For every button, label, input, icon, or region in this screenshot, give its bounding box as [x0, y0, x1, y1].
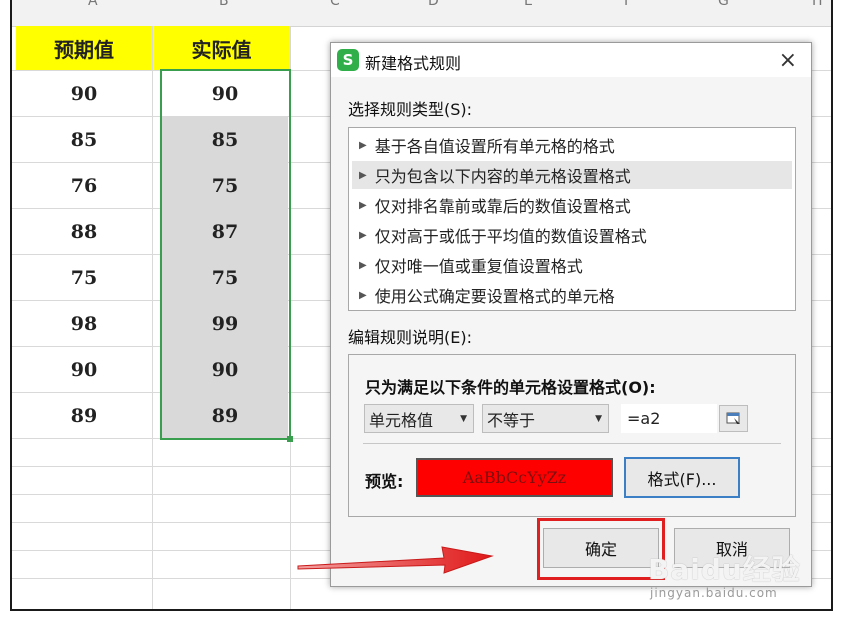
condition-operator-value: 不等于: [487, 410, 536, 430]
condition-operator-dropdown[interactable]: 不等于 ▼: [482, 404, 609, 433]
column-header-bar: A B C D E F G H: [12, 0, 831, 27]
triangle-right-icon: ▶: [359, 259, 367, 271]
cell-expected-r5[interactable]: 75: [16, 255, 152, 300]
condition-field-value: 单元格值: [369, 410, 434, 430]
watermark-url: jingyan.baidu.com: [650, 586, 778, 600]
rule-type-item[interactable]: ▶ 基于各自值设置所有单元格的格式: [352, 131, 792, 159]
rule-type-item[interactable]: ▶ 使用公式确定要设置格式的单元格: [352, 281, 792, 309]
range-picker-button[interactable]: [719, 405, 748, 432]
selection-range-border: [160, 69, 291, 440]
rule-type-item-label: 只为包含以下内容的单元格设置格式: [374, 167, 631, 186]
format-preview-box: AaBbCcYyZz: [416, 458, 613, 497]
fill-handle[interactable]: [287, 436, 293, 442]
col-letter-h[interactable]: H: [812, 0, 823, 9]
triangle-right-icon: ▶: [359, 289, 367, 301]
close-icon[interactable]: ×: [779, 48, 797, 73]
rule-type-label: 选择规则类型(S):: [348, 100, 473, 119]
rule-type-list[interactable]: ▶ 基于各自值设置所有单元格的格式 ▶ 只为包含以下内容的单元格设置格式 ▶ 仅对排名…: [348, 127, 796, 311]
cell-expected-r1[interactable]: 90: [16, 71, 152, 116]
edit-rule-label: 编辑规则说明(E):: [348, 328, 472, 347]
cell-expected-r3[interactable]: 76: [16, 163, 152, 208]
col-letter-b[interactable]: B: [219, 0, 229, 9]
dropdown-caret-icon: ▼: [460, 414, 467, 424]
condition-label: 只为满足以下条件的单元格设置格式(O):: [365, 378, 656, 397]
rule-type-item-label: 基于各自值设置所有单元格的格式: [374, 137, 615, 156]
rule-type-item[interactable]: ▶ 仅对排名靠前或靠后的数值设置格式: [352, 191, 792, 219]
col-letter-c[interactable]: C: [330, 0, 340, 9]
wps-app-icon: S: [337, 49, 359, 71]
triangle-right-icon: ▶: [359, 229, 367, 241]
cell-expected-r7[interactable]: 90: [16, 347, 152, 392]
rule-type-item[interactable]: ▶ 仅对高于或低于平均值的数值设置格式: [352, 221, 792, 249]
rule-type-item-label: 仅对高于或低于平均值的数值设置格式: [374, 227, 647, 246]
dialog-titlebar[interactable]: S 新建格式规则 ×: [331, 43, 811, 77]
col-letter-f[interactable]: F: [624, 0, 632, 9]
format-button[interactable]: 格式(F)...: [624, 457, 740, 498]
cell-picker-icon: [726, 412, 740, 426]
rule-description-group: 只为满足以下条件的单元格设置格式(O): 单元格值 ▼ 不等于 ▼ 预览: Aa…: [348, 354, 796, 517]
condition-field-dropdown[interactable]: 单元格值 ▼: [364, 404, 474, 433]
rule-type-item-label: 使用公式确定要设置格式的单元格: [374, 287, 615, 306]
rule-type-item-label: 仅对排名靠前或靠后的数值设置格式: [374, 197, 631, 216]
col-letter-g[interactable]: G: [718, 0, 729, 9]
baidu-watermark: Baidu经验: [648, 553, 801, 586]
header-cell-expected[interactable]: 预期值: [16, 26, 152, 70]
divider: [363, 443, 781, 444]
col-letter-d[interactable]: D: [428, 0, 439, 9]
triangle-right-icon: ▶: [359, 139, 367, 151]
dialog-title: 新建格式规则: [365, 54, 462, 73]
triangle-right-icon: ▶: [359, 199, 367, 211]
rule-type-item-label: 仅对唯一值或重复值设置格式: [374, 257, 583, 276]
cell-expected-r2[interactable]: 85: [16, 117, 152, 162]
col-letter-e[interactable]: E: [524, 0, 533, 9]
dropdown-caret-icon: ▼: [595, 414, 602, 424]
cell-expected-r8[interactable]: 89: [16, 393, 152, 438]
header-cell-actual[interactable]: 实际值: [153, 26, 290, 70]
cell-expected-r4[interactable]: 88: [16, 209, 152, 254]
preview-label: 预览:: [365, 472, 404, 491]
col-letter-a[interactable]: A: [88, 0, 98, 9]
rule-type-item[interactable]: ▶ 仅对唯一值或重复值设置格式: [352, 251, 792, 279]
triangle-right-icon: ▶: [359, 169, 367, 181]
rule-type-item-selected[interactable]: ▶ 只为包含以下内容的单元格设置格式: [352, 161, 792, 189]
new-format-rule-dialog: S 新建格式规则 × 选择规则类型(S): ▶ 基于各自值设置所有单元格的格式 ▶…: [330, 42, 812, 587]
red-arrow-annotation: [297, 546, 494, 574]
cell-expected-r6[interactable]: 98: [16, 301, 152, 346]
highlight-box: [537, 518, 665, 580]
condition-value-input[interactable]: [621, 404, 717, 433]
